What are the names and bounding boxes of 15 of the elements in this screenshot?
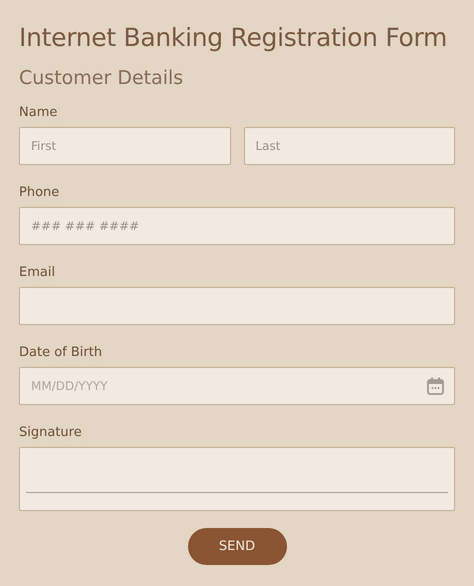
send-button[interactable]: SEND — [188, 528, 286, 565]
field-label: Email — [19, 265, 56, 281]
field-label: Date of Birth — [19, 345, 104, 361]
date-field[interactable]: MM/DD/YYYY — [19, 367, 455, 405]
input-field[interactable]: ### ### #### — [19, 207, 455, 245]
calendar-icon[interactable] — [427, 377, 444, 395]
input-field[interactable] — [19, 287, 455, 325]
section-heading: Customer Details — [19, 66, 184, 91]
input-field[interactable]: First — [19, 127, 230, 165]
field-label: Signature — [19, 425, 83, 441]
signature-pad[interactable] — [19, 447, 455, 511]
field-label: Name — [19, 105, 58, 121]
form-title: Internet Banking Registration Form — [19, 22, 448, 54]
field-label: Phone — [19, 185, 60, 201]
input-field[interactable]: Last — [244, 127, 455, 165]
